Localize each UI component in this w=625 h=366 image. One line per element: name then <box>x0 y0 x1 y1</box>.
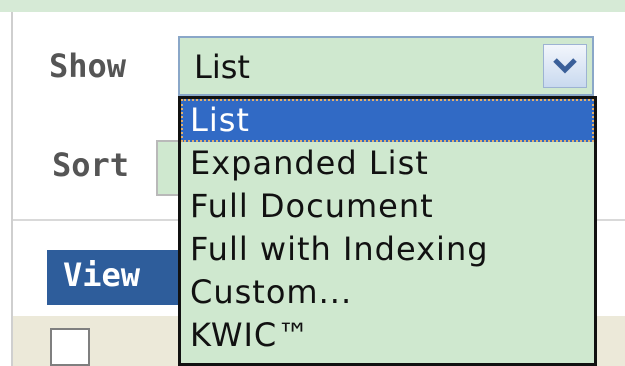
dropdown-arrow-button[interactable] <box>543 44 587 88</box>
option-custom[interactable]: Custom... <box>181 271 594 314</box>
option-full-document[interactable]: Full Document <box>181 185 594 228</box>
option-expanded-list[interactable]: Expanded List <box>181 142 594 185</box>
sort-label: Sort <box>52 146 130 184</box>
option-full-with-indexing[interactable]: Full with Indexing <box>181 228 594 271</box>
row-checkbox[interactable] <box>50 328 90 366</box>
show-select-value: List <box>194 48 250 86</box>
show-select[interactable]: List <box>178 36 594 96</box>
option-kwic[interactable]: KWIC™ <box>181 314 594 357</box>
header-band <box>0 0 625 12</box>
option-list[interactable]: List <box>181 99 594 142</box>
view-button[interactable]: View <box>47 250 187 305</box>
left-divider <box>11 12 13 366</box>
show-options-list: List Expanded List Full Document Full wi… <box>178 96 597 366</box>
show-label: Show <box>49 47 127 85</box>
chevron-down-icon <box>553 58 577 74</box>
